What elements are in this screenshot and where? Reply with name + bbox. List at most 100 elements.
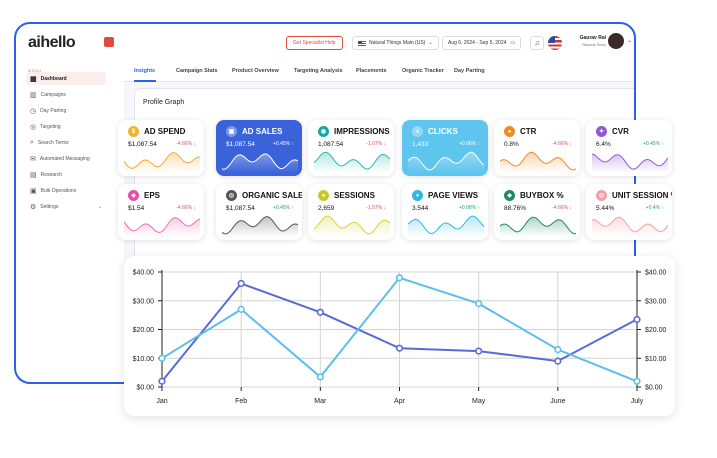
dashboard-icon: ▦	[30, 75, 37, 83]
tab[interactable]: Insights	[134, 68, 155, 74]
metric-card[interactable]: ♦ CLICKS 1,433 +0.06% ↑	[402, 120, 488, 176]
sparkline-area	[314, 152, 390, 173]
metric-title: UNIT SESSION %	[612, 191, 672, 200]
metric-title: PAGE VIEWS	[428, 191, 479, 200]
metric-icon: ✦	[596, 126, 607, 137]
metric-icon: ◉	[318, 126, 329, 137]
metric-card[interactable]: ♦ PAGE VIEWS 3.544 +0.08% ↑	[402, 184, 488, 240]
sidebar-item[interactable]: ◷ Day Parting	[26, 104, 106, 117]
metric-card[interactable]: ◆ BUYBOX % 88.76% -4.66% ↓	[494, 184, 580, 240]
sidebar-item-label: Research	[40, 171, 63, 178]
y-tick-label-left: $0.00	[136, 385, 154, 392]
data-point	[633, 315, 641, 324]
metric-sparkline	[408, 215, 484, 237]
y-tick-label-left: $30.00	[133, 298, 155, 305]
metric-title: BUYBOX %	[520, 191, 564, 200]
metric-sparkline	[314, 215, 390, 237]
metric-title: ORGANIC SALES	[242, 191, 302, 200]
sidebar-item-label: Search Terms	[37, 139, 69, 146]
y-tick-label-left: $10.00	[133, 356, 155, 363]
gear-icon: ⚙	[30, 203, 37, 211]
x-tick-label: July	[631, 398, 644, 405]
metric-sparkline	[124, 217, 200, 237]
active-tab-indicator	[134, 80, 156, 82]
sparkline-area	[124, 217, 200, 237]
sidebar-item[interactable]: ⌕ Search Terms	[26, 136, 106, 149]
sidebar-item[interactable]: ✉ Automated Messaging	[26, 152, 106, 165]
specialist-help-button[interactable]: Get Specialist Help	[286, 36, 343, 50]
x-tick-label: Jan	[156, 398, 167, 405]
sidebar-item[interactable]: ▣ Bulk Operations	[26, 184, 106, 197]
bulk-icon: ▣	[30, 187, 37, 195]
metric-title: SESSIONS	[334, 191, 375, 200]
sidebar-item[interactable]: ◎ Targeting	[26, 120, 106, 133]
metric-sparkline	[408, 151, 484, 173]
app-logo[interactable]: aihello	[28, 34, 76, 52]
line-chart: $0.00 $0.00 $10.00 $10.00 $20.00 $20.00 $30.00…	[133, 270, 667, 406]
metric-card[interactable]: ◎ UNIT SESSION % 5.44% +0.4% ↑	[586, 184, 672, 240]
user-info: Gaurav Rai Natural Store	[576, 35, 606, 47]
tab[interactable]: Placements	[356, 68, 387, 74]
sidebar-toggle-button[interactable]	[104, 37, 114, 47]
metric-card[interactable]: $ AD SPEND $1,087.54 -4.66% ↓	[118, 120, 204, 176]
x-tick-label: Feb	[235, 398, 247, 405]
sidebar-item[interactable]: ▥ Campaigns	[26, 88, 106, 101]
sidebar-item[interactable]: ⚙ Settings ⌄	[26, 200, 106, 213]
data-point	[554, 357, 562, 365]
clock-icon: ◷	[30, 107, 37, 115]
x-tick-label: Mar	[314, 398, 327, 405]
data-point	[316, 373, 324, 381]
metric-icon: ●	[318, 190, 329, 201]
tab[interactable]: Product Overview	[232, 68, 279, 74]
sidebar-item-label: Campaigns	[40, 91, 66, 98]
sidebar-item-label: Dashboard	[40, 75, 67, 82]
metric-title: AD SPEND	[144, 127, 186, 136]
metric-card[interactable]: ✦ CVR 6.4% +0.45% ↑	[586, 120, 672, 176]
campaigns-icon: ▥	[30, 91, 37, 99]
metric-sparkline	[592, 153, 668, 173]
metric-card[interactable]: ◉ IMPRESSIONS 1,087.54 -1.07% ↓	[308, 120, 394, 176]
metric-card[interactable]: ◈ EPS $1.54 -4.66% ↓	[118, 184, 204, 240]
metric-icon: ◎	[226, 190, 237, 201]
date-range-picker[interactable]: Aug 6, 2024 - Sep 5, 2024 ▭	[442, 36, 522, 50]
data-point	[237, 279, 245, 288]
metric-card[interactable]: ◎ORGANIC SALES$1,087.54+0.45% ↑	[216, 184, 302, 240]
tab[interactable]: Day Parting	[454, 68, 485, 74]
x-tick-label: May	[472, 398, 486, 405]
target-icon: ◎	[30, 123, 37, 131]
user-menu-chevron-icon[interactable]: ⌄	[627, 37, 632, 44]
metric-sparkline	[500, 216, 576, 237]
metric-card[interactable]: ● SESSIONS 2,659 -1.57% ↓	[308, 184, 394, 240]
data-point	[395, 274, 404, 282]
data-point	[237, 305, 245, 313]
sidebar-item-label: Settings	[40, 203, 59, 210]
tab[interactable]: Campaign Stats	[176, 68, 218, 74]
metric-sparkline	[222, 216, 298, 237]
metric-card[interactable]: ▣ AD SALES $1,087.54 +0.45% ↑	[216, 120, 302, 176]
language-flag-icon[interactable]	[548, 36, 562, 50]
sidebar-item-label: Automated Messaging	[39, 155, 90, 162]
tab[interactable]: Organic Tracker	[402, 68, 444, 74]
tab[interactable]: Targeting Analysis	[294, 68, 343, 74]
sidebar-item[interactable]: ▦ Dashboard	[26, 72, 106, 85]
y-tick-label-right: $0.00	[645, 385, 663, 392]
notification-bell-icon[interactable]: ♫	[530, 36, 544, 50]
marketplace-select[interactable]: Natural Things Main (US) ⌄	[352, 36, 439, 50]
metric-card[interactable]: ● CTR 0.8% -4.66% ↓	[494, 120, 580, 176]
metric-title: CTR	[520, 127, 537, 136]
sidebar: MENU ▦ Dashboard ▥ Campaigns ◷ Day Parting ◎ Ta…	[16, 60, 108, 382]
metric-sparkline	[314, 151, 390, 173]
metric-icon: ◆	[504, 190, 515, 201]
metric-icon: ●	[504, 126, 515, 137]
y-tick-label-right: $10.00	[645, 356, 667, 363]
metric-icon: ◎	[596, 190, 607, 201]
sidebar-item[interactable]: ▤ Research	[26, 168, 106, 181]
metric-title: IMPRESSIONS	[334, 127, 390, 136]
data-point	[395, 344, 404, 352]
top-header: aihello Get Specialist Help Natural Thin…	[16, 24, 634, 60]
avatar[interactable]	[608, 33, 624, 49]
search-icon: ⌕	[30, 138, 34, 146]
data-point	[158, 354, 166, 362]
marketplace-label: Natural Things Main (US)	[369, 40, 426, 46]
y-tick-label-left: $20.00	[133, 327, 155, 334]
